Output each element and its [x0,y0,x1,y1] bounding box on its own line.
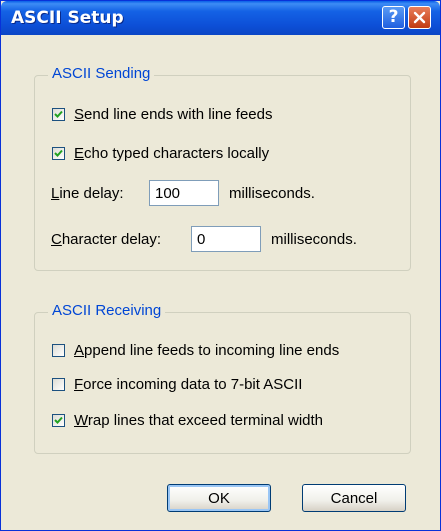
force-7bit-label: Force incoming data to 7-bit ASCII [74,376,303,393]
checkbox-box[interactable] [52,108,65,121]
line-delay-label: Line delay: [51,185,124,202]
checkbox-box[interactable] [52,147,65,160]
help-button[interactable]: ? [382,6,405,29]
send-line-ends-checkbox[interactable]: Send line ends with line feeds [52,106,272,123]
force-7bit-checkbox[interactable]: Force incoming data to 7-bit ASCII [52,376,302,393]
ascii-sending-legend: ASCII Sending [48,65,155,82]
window-title: ASCII Setup [11,8,124,28]
character-delay-input[interactable] [191,226,261,252]
checkmark-icon [54,416,63,424]
dialog-window: ASCII Setup ? ASCII Sending Send line en… [0,0,441,531]
checkbox-box[interactable] [52,414,65,427]
send-line-ends-label: Send line ends with line feeds [74,106,273,123]
line-delay-unit: milliseconds. [229,185,315,202]
checkmark-icon [54,149,63,157]
title-bar[interactable]: ASCII Setup ? [1,1,440,35]
ascii-receiving-legend: ASCII Receiving [48,302,166,319]
checkbox-box[interactable] [52,378,65,391]
append-line-feeds-label: Append line feeds to incoming line ends [74,342,340,359]
echo-locally-checkbox[interactable]: Echo typed characters locally [52,145,269,162]
character-delay-unit: milliseconds. [271,231,357,248]
close-button[interactable] [408,6,431,29]
cancel-button[interactable]: Cancel [302,484,406,512]
line-delay-input[interactable] [149,180,219,206]
close-icon [413,11,426,24]
echo-locally-label: Echo typed characters locally [74,145,270,162]
wrap-lines-checkbox[interactable]: Wrap lines that exceed terminal width [52,412,323,429]
checkmark-icon [54,110,63,118]
help-icon: ? [388,7,399,27]
append-line-feeds-checkbox[interactable]: Append line feeds to incoming line ends [52,342,339,359]
wrap-lines-label: Wrap lines that exceed terminal width [74,412,324,429]
ok-button[interactable]: OK [167,484,271,512]
character-delay-label: Character delay: [51,231,162,248]
checkbox-box[interactable] [52,344,65,357]
